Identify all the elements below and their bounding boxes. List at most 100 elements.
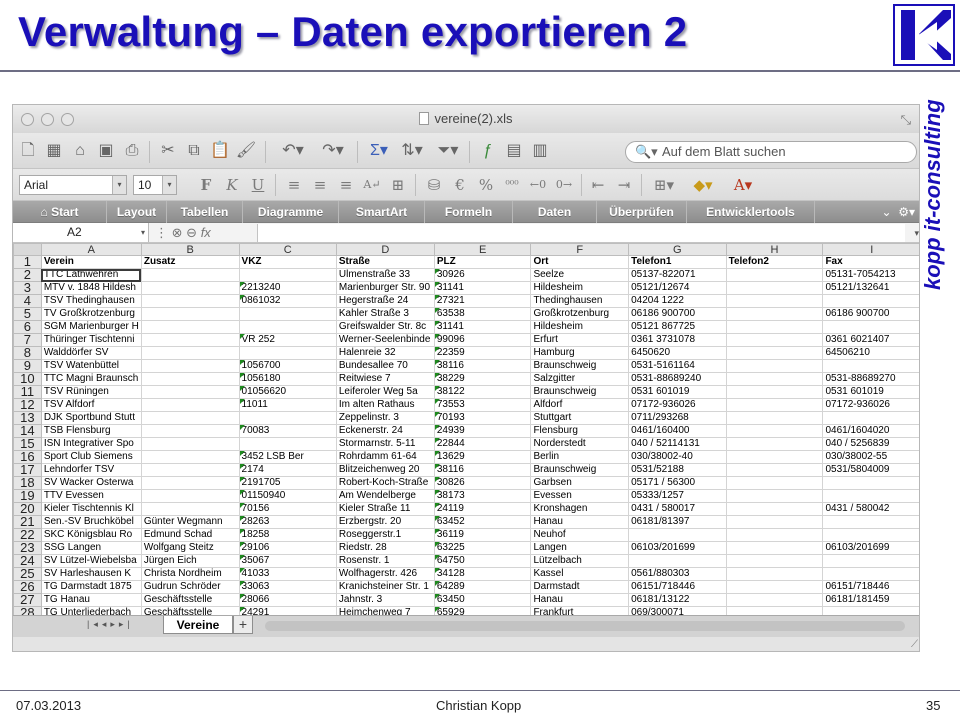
cell[interactable]: 05121/132641 bbox=[822, 281, 919, 295]
cell[interactable]: 0431 / 580017 bbox=[628, 502, 727, 516]
templates-icon[interactable]: ▦ bbox=[43, 140, 65, 162]
column-header[interactable]: I bbox=[822, 243, 919, 256]
copy-icon[interactable]: ⧉ bbox=[183, 140, 205, 162]
cell[interactable] bbox=[822, 515, 919, 529]
align-right-icon[interactable]: ≡ bbox=[335, 174, 357, 196]
cell[interactable]: 22844 bbox=[433, 437, 532, 451]
cell[interactable] bbox=[725, 424, 824, 438]
cell[interactable]: Sport Club Siemens bbox=[40, 450, 142, 464]
cell[interactable]: 06181/13122 bbox=[628, 593, 727, 607]
cell[interactable]: Hegerstraße 24 bbox=[335, 294, 435, 308]
cell[interactable]: Braunschweig bbox=[530, 359, 630, 373]
bold-icon[interactable]: F bbox=[195, 174, 217, 196]
column-header[interactable]: G bbox=[628, 243, 727, 256]
cell[interactable] bbox=[725, 359, 824, 373]
cell[interactable]: 64506210 bbox=[822, 346, 919, 360]
cell[interactable] bbox=[725, 528, 824, 542]
merge-cells-icon[interactable]: ⊞ bbox=[387, 174, 409, 196]
cell[interactable] bbox=[725, 437, 824, 451]
cell[interactable]: TTC Lathwehren bbox=[40, 268, 142, 282]
cell[interactable]: Lehndorfer TSV bbox=[40, 463, 142, 477]
cell[interactable]: 63225 bbox=[433, 541, 532, 555]
row-header[interactable]: 12 bbox=[13, 398, 42, 412]
cell[interactable] bbox=[628, 554, 727, 568]
cell[interactable]: Kassel bbox=[530, 567, 630, 581]
cell[interactable]: 64289 bbox=[433, 580, 532, 594]
cell[interactable]: Reitwiese 7 bbox=[335, 372, 435, 386]
cell[interactable]: Leiferoler Weg 5a bbox=[335, 385, 435, 399]
cell[interactable]: 05137-822071 bbox=[628, 268, 727, 282]
cell[interactable]: 36119 bbox=[433, 528, 532, 542]
cell[interactable]: Ulmenstraße 33 bbox=[335, 268, 435, 282]
row-header[interactable]: 15 bbox=[13, 437, 42, 451]
save-icon[interactable]: ▣ bbox=[95, 140, 117, 162]
cell[interactable] bbox=[725, 541, 824, 555]
format-painter-icon[interactable]: 🖌 bbox=[235, 140, 257, 162]
cell[interactable]: Kieler Straße 11 bbox=[335, 502, 435, 516]
cell[interactable] bbox=[725, 346, 824, 360]
cell[interactable]: VKZ bbox=[238, 255, 337, 269]
cell[interactable] bbox=[140, 463, 240, 477]
increase-indent-icon[interactable]: ⇥ bbox=[613, 174, 635, 196]
row-header[interactable]: 16 bbox=[13, 450, 42, 464]
cell[interactable]: Sen.-SV Bruchköbel bbox=[40, 515, 142, 529]
cell[interactable]: TTV Evessen bbox=[40, 489, 142, 503]
cell[interactable] bbox=[140, 333, 240, 347]
cell[interactable]: 0531/52188 bbox=[628, 463, 727, 477]
cell[interactable]: 05121 867725 bbox=[628, 320, 727, 334]
cell[interactable]: 0531/5804009 bbox=[822, 463, 919, 477]
name-box[interactable]: A2 ▾ bbox=[13, 223, 149, 242]
cell[interactable] bbox=[725, 372, 824, 386]
row-header[interactable]: 8 bbox=[13, 346, 42, 360]
cell[interactable]: PLZ bbox=[433, 255, 532, 269]
cell[interactable] bbox=[140, 502, 240, 516]
cell[interactable]: Robert-Koch-Straße bbox=[335, 476, 435, 490]
cell[interactable]: 31141 bbox=[433, 281, 532, 295]
align-left-icon[interactable]: ≡ bbox=[283, 174, 305, 196]
cell[interactable] bbox=[140, 307, 240, 321]
cell[interactable]: 01150940 bbox=[238, 489, 337, 503]
decrease-indent-icon[interactable]: ⇤ bbox=[587, 174, 609, 196]
cell[interactable] bbox=[725, 307, 824, 321]
confirm-entry-icon[interactable]: ⊖ bbox=[186, 225, 197, 240]
cell[interactable]: 040 / 52114131 bbox=[628, 437, 727, 451]
number-format-icon[interactable]: ⛁ bbox=[423, 174, 445, 196]
cell[interactable]: Erfurt bbox=[530, 333, 630, 347]
cell[interactable]: 13629 bbox=[433, 450, 532, 464]
cell[interactable]: 01056620 bbox=[238, 385, 337, 399]
sheet-tab-vereine[interactable]: Vereine bbox=[163, 616, 233, 634]
cell[interactable]: 06103/201699 bbox=[628, 541, 727, 555]
align-center-icon[interactable]: ≡ bbox=[309, 174, 331, 196]
cell[interactable]: 64750 bbox=[433, 554, 532, 568]
cell[interactable]: Telefon2 bbox=[725, 255, 824, 269]
cell[interactable]: Greifswalder Str. 8c bbox=[335, 320, 435, 334]
cell[interactable]: VR 252 bbox=[238, 333, 337, 347]
cell[interactable]: SV Lützel-Wiebelsba bbox=[40, 554, 142, 568]
cell[interactable]: Eckenerstr. 24 bbox=[335, 424, 435, 438]
cell[interactable] bbox=[140, 411, 240, 425]
cell[interactable]: Alfdorf bbox=[530, 398, 630, 412]
cell[interactable] bbox=[725, 385, 824, 399]
decrease-decimal-icon[interactable]: 0→ bbox=[553, 174, 575, 196]
cell[interactable]: ISN Integrativer Spo bbox=[40, 437, 142, 451]
cell[interactable]: Darmstadt bbox=[530, 580, 630, 594]
cell[interactable] bbox=[140, 346, 240, 360]
cell[interactable]: Marienburger Str. 90 bbox=[335, 281, 435, 295]
font-size-select[interactable]: 10 ▾ bbox=[133, 175, 177, 195]
chevron-down-icon[interactable]: ▾ bbox=[914, 223, 919, 243]
cell[interactable] bbox=[725, 320, 824, 334]
cell[interactable]: 2191705 bbox=[238, 476, 337, 490]
cell[interactable]: 70083 bbox=[238, 424, 337, 438]
cell[interactable]: 70156 bbox=[238, 502, 337, 516]
cell[interactable]: Thüringer Tischtenni bbox=[40, 333, 142, 347]
cell[interactable] bbox=[725, 580, 824, 594]
cell[interactable] bbox=[238, 411, 337, 425]
cell[interactable] bbox=[725, 554, 824, 568]
cell[interactable]: Rohrdamm 61-64 bbox=[335, 450, 435, 464]
row-header[interactable]: 6 bbox=[13, 320, 42, 334]
cell[interactable] bbox=[725, 606, 824, 615]
cell[interactable]: Bundesallee 70 bbox=[335, 359, 435, 373]
cell[interactable]: SV Wacker Osterwa bbox=[40, 476, 142, 490]
row-header[interactable]: 23 bbox=[13, 541, 42, 555]
cell[interactable]: 030/38002-55 bbox=[822, 450, 919, 464]
